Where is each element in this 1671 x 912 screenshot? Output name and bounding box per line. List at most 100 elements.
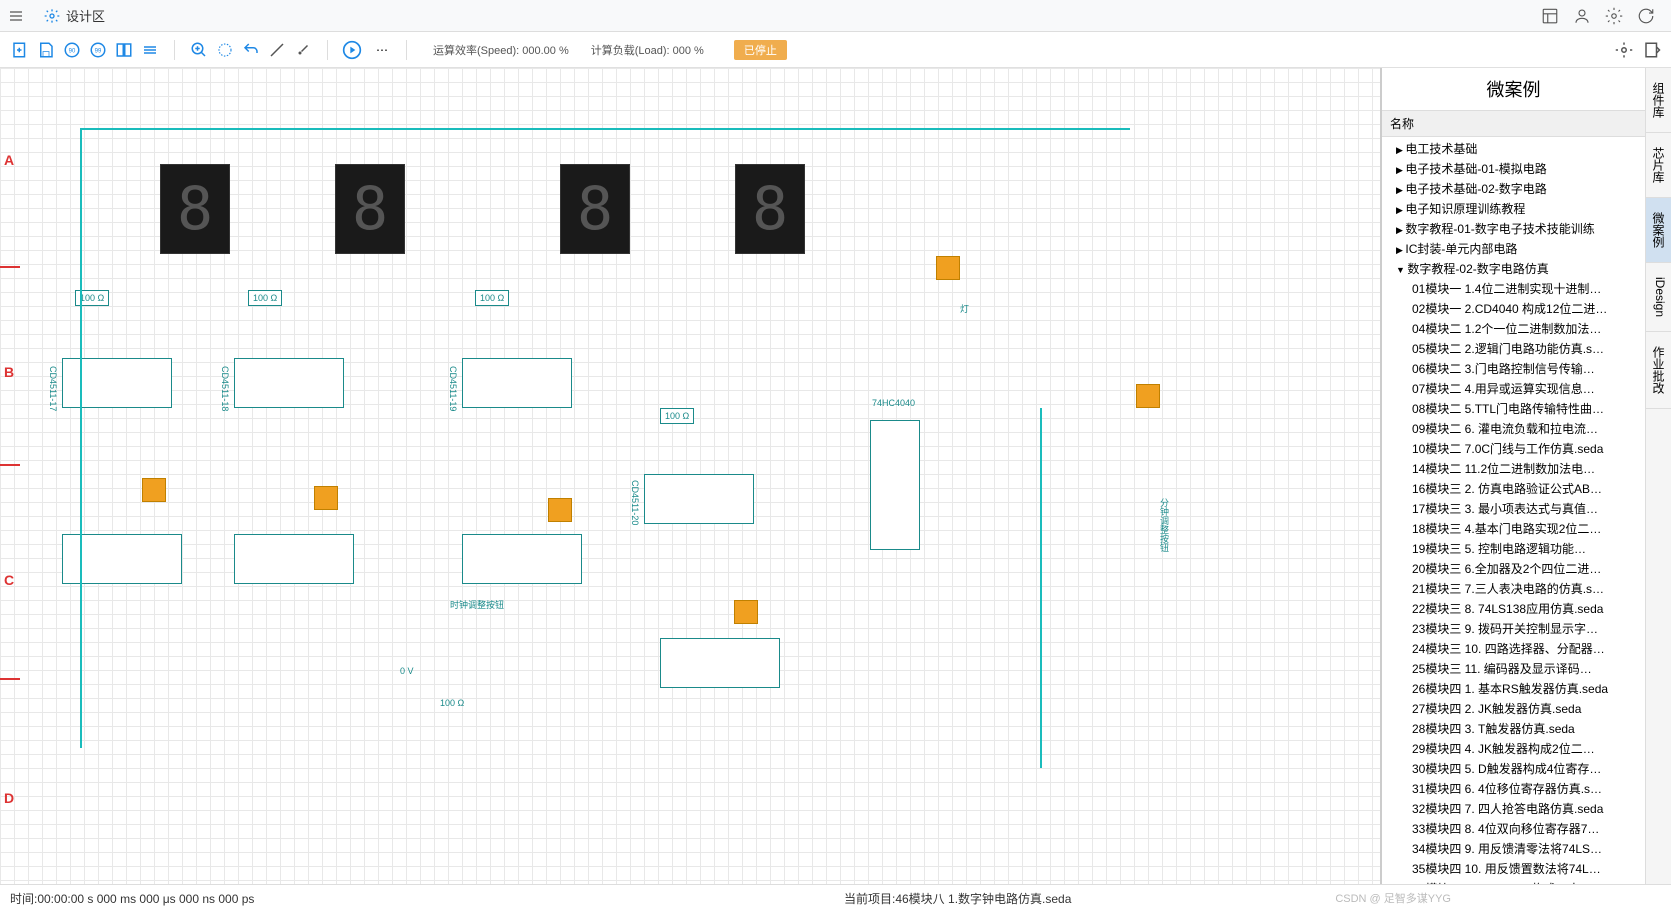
chip-cd4511-4 (644, 474, 754, 524)
tree-item[interactable]: 08模块二 5.TTL门电路传输特性曲… (1384, 399, 1643, 419)
layout-icon[interactable] (1541, 7, 1559, 25)
tree-item[interactable]: 18模块三 4.基本门电路实现2位二… (1384, 519, 1643, 539)
tree-item[interactable]: 06模块二 3.门电路控制信号传输… (1384, 359, 1643, 379)
side-tab[interactable]: 芯片库 (1646, 133, 1671, 198)
tree-parent[interactable]: 电子技术基础-02-数字电路 (1384, 179, 1643, 199)
display-3: 8 (560, 164, 630, 254)
tree-item[interactable]: 25模块三 11. 编码器及显示译码… (1384, 659, 1643, 679)
tree-item[interactable]: 31模块四 6. 4位移位寄存器仿真.s… (1384, 779, 1643, 799)
tree-item[interactable]: 28模块四 3. T触发器仿真.seda (1384, 719, 1643, 739)
tree-item[interactable]: 20模块三 6.全加器及2个四位二进… (1384, 559, 1643, 579)
tree-item[interactable]: 10模块二 7.0C门线与工作仿真.seda (1384, 439, 1643, 459)
chip-label-4: CD4511-20 (630, 480, 640, 525)
tree-item[interactable]: 33模块四 8. 4位双向移位寄存器7… (1384, 819, 1643, 839)
tab-design[interactable]: 设计区 (36, 2, 113, 29)
display-1: 8 (160, 164, 230, 254)
led-2[interactable] (314, 486, 338, 510)
side-tab[interactable]: iDesign (1646, 263, 1671, 332)
led-3[interactable] (548, 498, 572, 522)
chip-cd4511-2 (234, 358, 344, 408)
chip-cd4511-3 (462, 358, 572, 408)
refresh-icon[interactable] (1637, 7, 1655, 25)
run-button[interactable] (342, 40, 362, 60)
new-file-button[interactable] (10, 40, 30, 60)
speed-status: 运算效率(Speed): 000.00 % (433, 42, 569, 58)
tab-label: 设计区 (66, 6, 105, 25)
tree-item[interactable]: 21模块三 7.三人表决电路的仿真.s… (1384, 579, 1643, 599)
tree-item[interactable]: 34模块四 9. 用反馈清零法将74LS… (1384, 839, 1643, 859)
tree-parent[interactable]: 电工技术基础 (1384, 139, 1643, 159)
counter-label: 74HC4040 (872, 398, 915, 408)
chip-label-2: CD4511-18 (220, 366, 230, 411)
menu-icon[interactable] (8, 8, 24, 24)
led-6[interactable] (1136, 384, 1160, 408)
led-5[interactable] (936, 256, 960, 280)
side-tab[interactable]: 作业批改 (1646, 332, 1671, 409)
save-button[interactable] (36, 40, 56, 60)
led-4[interactable] (734, 600, 758, 624)
svg-text:99: 99 (95, 48, 102, 54)
tree-item[interactable]: 09模块二 6. 灌电流负载和拉电流… (1384, 419, 1643, 439)
tree-item[interactable]: 30模块四 5. D触发器构成4位寄存… (1384, 759, 1643, 779)
side-tab[interactable]: 组件库 (1646, 68, 1671, 133)
top-bar: 设计区 (0, 0, 1671, 32)
tree-item[interactable]: 14模块二 11.2位二进制数加法电… (1384, 459, 1643, 479)
tree-item[interactable]: 35模块四 10. 用反馈置数法将74L… (1384, 859, 1643, 879)
layers-button[interactable] (140, 40, 160, 60)
chip-counter-4 (660, 638, 780, 688)
zoom-fit-button[interactable] (215, 40, 235, 60)
tree-item[interactable]: 36模块四 11. 74LS161构成二十四… (1384, 879, 1643, 884)
display-4: 8 (735, 164, 805, 254)
side-tabs: 组件库芯片库微案例iDesign作业批改 (1645, 68, 1671, 884)
watermark: CSDN @ 足智多谋YYG (1335, 890, 1451, 906)
tree-item[interactable]: 22模块三 8. 74LS138应用仿真.seda (1384, 599, 1643, 619)
tree[interactable]: 电工技术基础电子技术基础-01-模拟电路电子技术基础-02-数字电路电子知识原理… (1382, 137, 1645, 884)
tree-item[interactable]: 02模块一 2.CD4040 构成12位二进… (1384, 299, 1643, 319)
minute-btn-label: 分钟调整按钮 (1158, 498, 1171, 552)
tree-parent[interactable]: 数字教程-02-数字电路仿真 (1384, 259, 1643, 279)
tree-item[interactable]: 01模块一 1.4位二进制实现十进制… (1384, 279, 1643, 299)
voltage-label-0: 0 V (400, 666, 414, 676)
more-button[interactable]: ⋯ (372, 40, 392, 60)
project-status: 当前项目:46模块八 1.数字钟电路仿真.seda (844, 890, 1071, 907)
chip-99-button[interactable]: 99 (88, 40, 108, 60)
user-icon[interactable] (1573, 7, 1591, 25)
tree-item[interactable]: 29模块四 4. JK触发器构成2位二… (1384, 739, 1643, 759)
tree-parent[interactable]: 电子知识原理训练教程 (1384, 199, 1643, 219)
tree-item[interactable]: 23模块三 9. 拨码开关控制显示字… (1384, 619, 1643, 639)
stop-badge: 已停止 (734, 40, 787, 60)
panel-header: 名称 (1382, 111, 1645, 137)
zoom-in-button[interactable] (189, 40, 209, 60)
tree-item[interactable]: 17模块三 3. 最小项表达式与真值… (1384, 499, 1643, 519)
tree-item[interactable]: 24模块三 10. 四路选择器、分配器… (1384, 639, 1643, 659)
tree-parent[interactable]: 数字教程-01-数字电子技术技能训练 (1384, 219, 1643, 239)
side-panel: 微案例 名称 电工技术基础电子技术基础-01-模拟电路电子技术基础-02-数字电… (1381, 68, 1671, 884)
tree-parent[interactable]: IC封装-单元内部电路 (1384, 239, 1643, 259)
panel-title: 微案例 (1382, 68, 1645, 111)
tree-item[interactable]: 19模块三 5. 控制电路逻辑功能… (1384, 539, 1643, 559)
tree-item[interactable]: 32模块四 7. 四人抢答电路仿真.seda (1384, 799, 1643, 819)
tree-item[interactable]: 27模块四 2. JK触发器仿真.seda (1384, 699, 1643, 719)
line-button[interactable] (267, 40, 287, 60)
tree-item[interactable]: 16模块三 2. 仿真电路验证公式AB… (1384, 479, 1643, 499)
tree-item[interactable]: 05模块二 2.逻辑门电路功能仿真.s… (1384, 339, 1643, 359)
canvas[interactable]: A B C D 8 8 8 8 100 Ω 100 Ω 100 Ω 100 Ω … (0, 68, 1381, 884)
load-status: 计算负载(Load): 000 % (591, 42, 704, 58)
settings-icon[interactable] (1605, 7, 1623, 25)
tree-item[interactable]: 07模块二 4.用异或运算实现信息… (1384, 379, 1643, 399)
display-2: 8 (335, 164, 405, 254)
probe-button[interactable] (293, 40, 313, 60)
config-icon[interactable] (1615, 41, 1633, 59)
gear-icon (44, 8, 60, 24)
undo-button[interactable] (241, 40, 261, 60)
chip-90-button[interactable]: 90 (62, 40, 82, 60)
export-icon[interactable] (1643, 41, 1661, 59)
tree-item[interactable]: 04模块二 1.2个一位二进制数加法… (1384, 319, 1643, 339)
led-1[interactable] (142, 478, 166, 502)
flip-button[interactable] (114, 40, 134, 60)
resistor-3: 100 Ω (475, 290, 509, 306)
tree-parent[interactable]: 电子技术基础-01-模拟电路 (1384, 159, 1643, 179)
tree-item[interactable]: 26模块四 1. 基本RS触发器仿真.seda (1384, 679, 1643, 699)
side-tab[interactable]: 微案例 (1646, 198, 1671, 263)
clock-btn-label: 时钟调整按钮 (450, 598, 504, 611)
